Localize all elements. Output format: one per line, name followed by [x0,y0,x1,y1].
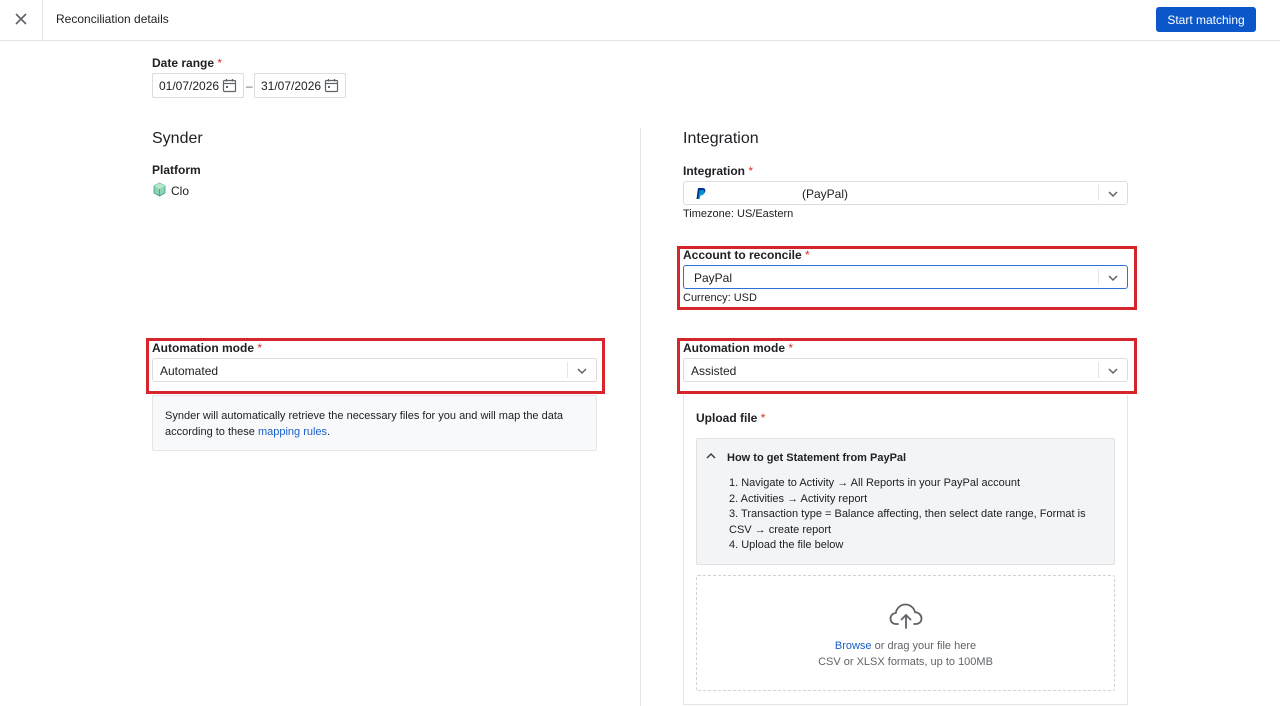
right-automation-label: Automation mode * [683,341,793,355]
integration-label-text: Integration [683,164,745,178]
integration-label: Integration * [683,164,753,178]
howto-step: 1. Navigate to Activity → All Reports in… [729,477,1021,489]
select-separator [1098,185,1099,201]
upload-file-label-text: Upload file [696,411,758,425]
date-range-label: Date range * [152,56,222,70]
platform-label: Platform [152,163,201,177]
integration-value: (PayPal) [802,187,849,201]
left-automation-mode-value: Automated [160,364,219,378]
timezone-text: Timezone: US/Eastern [683,208,794,220]
integration-section-title: Integration [683,130,759,147]
howto-title: How to get Statement from PayPal [727,451,907,464]
close-icon [15,12,27,28]
start-matching-button[interactable]: Start matching [1156,7,1256,32]
paypal-icon [695,187,707,203]
required-marker: * [805,248,810,262]
right-automation-label-text: Automation mode [683,341,785,355]
top-bar: Reconciliation details Start matching [0,0,1280,41]
file-dropzone[interactable]: Browse or drag your file here CSV or XLS… [696,575,1115,691]
required-marker: * [788,341,794,355]
account-value: PayPal [694,271,733,285]
column-divider [640,128,641,706]
chevron-down-icon [1107,188,1119,203]
drag-text: or drag your file here [871,640,977,652]
calendar-icon[interactable] [324,78,339,96]
howto-toggle[interactable]: How to get Statement from PayPal [705,450,906,465]
platform-logo-icon [152,182,167,200]
currency-text: Currency: USD [683,292,757,304]
cloud-upload-icon [889,602,923,633]
integration-select[interactable]: (PayPal) [683,181,1128,205]
info-period: . [327,426,331,438]
date-separator: – [246,79,253,93]
left-automation-label-text: Automation mode [152,341,254,355]
platform-value: Clo [152,182,189,200]
howto-step: 3. Transaction type = Balance affecting,… [729,508,1086,536]
required-marker: * [217,56,223,70]
date-from-input[interactable]: 01/07/2026 [152,73,244,98]
left-automation-mode-select[interactable]: Automated [152,358,597,382]
platform-name: Clo [171,184,190,198]
account-label-text: Account to reconcile [683,248,802,262]
account-select[interactable]: PayPal [683,265,1128,289]
dropzone-instructions: Browse or drag your file here [697,640,1114,652]
howto-accordion: How to get Statement from PayPal 1. Navi… [696,438,1115,565]
page-title: Reconciliation details [56,12,169,26]
close-button[interactable] [0,0,43,40]
select-separator [1098,269,1099,285]
howto-steps: 1. Navigate to Activity → All Reports in… [729,476,1099,554]
chevron-down-icon [1107,272,1119,287]
select-separator [1098,362,1099,378]
required-marker: * [257,341,263,355]
account-label: Account to reconcile * [683,248,810,262]
chevron-down-icon [576,365,588,380]
date-to-input[interactable]: 31/07/2026 [254,73,346,98]
select-separator [567,362,568,378]
date-from-value: 01/07/2026 [159,78,220,93]
file-formats-text: CSV or XLSX formats, up to 100MB [818,656,993,668]
info-text: Synder will automatically retrieve the n… [165,410,564,438]
automated-info-box: Synder will automatically retrieve the n… [152,395,597,451]
howto-step: 4. Upload the file below [729,539,844,551]
howto-step: 2. Activities → Activity report [729,492,868,505]
chevron-down-icon [1107,365,1119,380]
date-to-value: 31/07/2026 [261,78,322,93]
date-range-label-text: Date range [152,56,215,70]
left-automation-label: Automation mode * [152,341,262,355]
chevron-up-icon [705,450,717,465]
required-marker: * [760,411,766,425]
right-automation-mode-select[interactable]: Assisted [683,358,1128,382]
mapping-rules-link[interactable]: mapping rules [258,426,327,438]
required-marker: * [748,164,754,178]
synder-section-title: Synder [152,130,203,147]
upload-file-label: Upload file * [696,411,765,425]
right-automation-mode-value: Assisted [691,364,737,378]
calendar-icon[interactable] [222,78,237,96]
browse-link[interactable]: Browse [835,640,872,652]
